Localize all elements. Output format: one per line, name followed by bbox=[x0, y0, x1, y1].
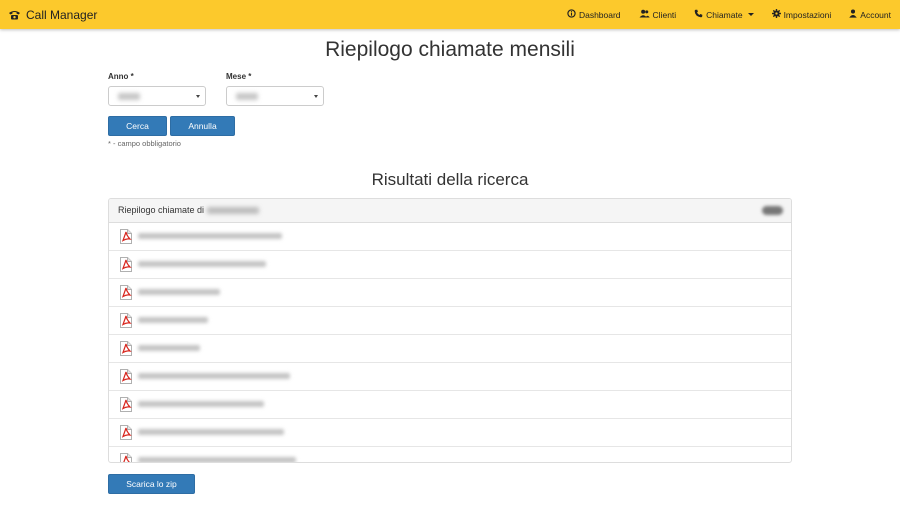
gear-icon bbox=[771, 9, 781, 20]
results-list bbox=[109, 223, 791, 462]
pdf-file-icon bbox=[119, 257, 133, 277]
nav-account-label: Account bbox=[860, 9, 891, 20]
pdf-file-icon bbox=[119, 229, 133, 249]
result-row[interactable] bbox=[109, 307, 791, 335]
result-row[interactable] bbox=[109, 335, 791, 363]
panel-heading-title: Riepilogo chiamate di bbox=[118, 205, 260, 215]
anno-label: Anno * bbox=[108, 72, 134, 81]
result-row[interactable] bbox=[109, 223, 791, 251]
result-row[interactable] bbox=[109, 279, 791, 307]
panel-heading-label: Riepilogo chiamate di bbox=[118, 205, 205, 215]
required-hint: * - campo obbligatorio bbox=[108, 139, 181, 148]
result-row[interactable] bbox=[109, 447, 791, 462]
result-row[interactable] bbox=[109, 363, 791, 391]
nav-chiamate[interactable]: Chiamate bbox=[694, 9, 754, 20]
nav-clienti-label: Clienti bbox=[652, 9, 677, 20]
chevron-down-icon bbox=[747, 13, 754, 16]
count-badge bbox=[762, 206, 783, 215]
brand-title: Call Manager bbox=[26, 7, 98, 22]
result-file-name bbox=[138, 373, 290, 379]
chevron-down-icon bbox=[196, 95, 200, 98]
cancel-button[interactable]: Annulla bbox=[170, 116, 235, 136]
nav-impostazioni-label: Impostazioni bbox=[783, 9, 832, 20]
pdf-file-icon bbox=[119, 369, 133, 389]
search-button[interactable]: Cerca bbox=[108, 116, 167, 136]
page-title: Riepilogo chiamate mensili bbox=[325, 38, 575, 61]
nav-clienti[interactable]: Clienti bbox=[639, 9, 677, 20]
chevron-down-icon bbox=[314, 95, 318, 98]
result-file-name bbox=[138, 401, 264, 407]
result-file-name bbox=[138, 317, 208, 323]
download-zip-button[interactable]: Scarica lo zip bbox=[108, 474, 195, 494]
pdf-file-icon bbox=[119, 453, 133, 462]
pdf-file-icon bbox=[119, 397, 133, 417]
result-file-name bbox=[138, 233, 282, 239]
results-title: Risultati della ricerca bbox=[371, 170, 529, 189]
info-circle-icon bbox=[567, 9, 576, 20]
nav-dashboard-label: Dashboard bbox=[578, 9, 621, 20]
main-nav: Dashboard Clienti Chiamate Impostazioni … bbox=[567, 0, 891, 29]
result-file-name bbox=[138, 457, 296, 462]
users-icon bbox=[639, 9, 650, 20]
nav-chiamate-label: Chiamate bbox=[706, 9, 743, 20]
results-panel: Riepilogo chiamate di bbox=[108, 198, 792, 463]
phone-handset-icon bbox=[694, 9, 703, 20]
panel-heading-period bbox=[207, 206, 260, 214]
anno-select[interactable] bbox=[108, 86, 206, 106]
nav-account[interactable]: Account bbox=[849, 9, 891, 20]
user-icon bbox=[849, 9, 858, 20]
result-row[interactable] bbox=[109, 391, 791, 419]
brand[interactable]: Call Manager bbox=[8, 0, 97, 29]
pdf-file-icon bbox=[119, 313, 133, 333]
mese-select-value bbox=[236, 93, 258, 100]
pdf-file-icon bbox=[119, 341, 133, 361]
phone-icon bbox=[8, 9, 21, 20]
navbar: Call Manager Dashboard Clienti Chiamate bbox=[0, 0, 900, 29]
mese-select[interactable] bbox=[226, 86, 324, 106]
result-file-name bbox=[138, 345, 200, 351]
panel-heading: Riepilogo chiamate di bbox=[109, 199, 791, 223]
nav-impostazioni[interactable]: Impostazioni bbox=[771, 9, 832, 20]
result-row[interactable] bbox=[109, 251, 791, 279]
result-file-name bbox=[138, 289, 220, 295]
pdf-file-icon bbox=[119, 285, 133, 305]
result-file-name bbox=[138, 261, 266, 267]
result-file-name bbox=[138, 429, 284, 435]
anno-select-value bbox=[118, 93, 140, 100]
pdf-file-icon bbox=[119, 425, 133, 445]
nav-dashboard[interactable]: Dashboard bbox=[567, 9, 621, 20]
result-row[interactable] bbox=[109, 419, 791, 447]
mese-label: Mese * bbox=[226, 72, 252, 81]
